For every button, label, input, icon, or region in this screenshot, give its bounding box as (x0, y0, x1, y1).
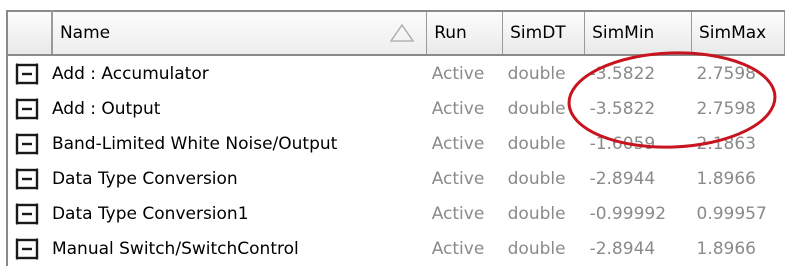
signal-box-icon (15, 238, 39, 259)
simmax-cell: 2.1863 (696, 133, 756, 154)
simmax-cell: 1.8966 (696, 168, 756, 189)
column-header-label: SimDT (510, 23, 566, 43)
run-cell: Active (431, 63, 485, 84)
simdt-cell: double (507, 98, 566, 119)
simdt-cell: double (507, 133, 566, 154)
signal-name-cell: Band-Limited White Noise/Output (51, 133, 338, 154)
signal-log-table-panel: Name Run SimDT SimMin SimMax Add: Accum… (0, 0, 785, 271)
simmin-cell: -0.99992 (589, 203, 667, 224)
row-icon-cell (6, 196, 52, 231)
signal-name-cell: Add : Output (51, 98, 161, 119)
column-header-name[interactable]: Name (51, 10, 428, 56)
row-icon-cell (6, 231, 52, 266)
simdt-cell: double (507, 63, 566, 84)
signal-box-icon (15, 133, 39, 154)
row-icon-cell (6, 55, 52, 91)
simdt-cell: double (507, 203, 566, 224)
simdt-cell: double (507, 238, 566, 259)
table-row[interactable]: Data Type Conversion Active double -2.89… (6, 161, 785, 196)
signal-name-cell: Add : Accumulator (51, 63, 209, 84)
simmax-cell: 2.7598 (696, 98, 756, 119)
column-header-label: SimMax (699, 23, 767, 43)
table-body: Add : Accumulator Active double -3.5822 … (6, 55, 785, 266)
header-corner-cell (6, 10, 53, 56)
run-cell: Active (431, 203, 485, 224)
row-icon-cell (6, 161, 52, 196)
signal-box-icon (15, 168, 39, 189)
signal-box-icon (15, 98, 39, 119)
column-header-label: SimMin (592, 23, 655, 43)
row-icon-cell (6, 126, 52, 161)
column-header-run[interactable]: Run (426, 10, 504, 56)
simdt-cell: double (507, 168, 566, 189)
run-cell: Active (431, 98, 485, 119)
column-header-label: Name (59, 23, 111, 43)
simmin-cell: -3.5822 (589, 63, 656, 84)
signal-name-cell: Data Type Conversion (51, 168, 238, 189)
column-header-label: Run (434, 23, 467, 43)
table-row[interactable]: Add : Output Active double -3.5822 2.759… (6, 91, 785, 126)
simmin-cell: -2.8944 (589, 238, 656, 259)
column-header-simmax[interactable]: SimMax (691, 10, 785, 56)
signal-log-table: Name Run SimDT SimMin SimMax Add: Accum… (6, 10, 785, 266)
table-row[interactable]: Data Type Conversion1 Active double -0.9… (6, 196, 785, 231)
simmin-cell: -1.6059 (589, 133, 656, 154)
run-cell: Active (431, 238, 485, 259)
sort-ascending-icon (390, 24, 415, 42)
table-row[interactable]: Manual Switch/SwitchControl Active doubl… (6, 231, 785, 266)
table-row[interactable]: Add : Accumulator Active double -3.5822 … (6, 55, 785, 91)
table-row[interactable]: Band-Limited White Noise/Output Active d… (6, 126, 785, 161)
signal-box-icon (15, 63, 39, 84)
simmax-cell: 0.99957 (696, 203, 767, 224)
signal-name-cell: Manual Switch/SwitchControl (51, 238, 299, 259)
run-cell: Active (431, 168, 485, 189)
simmax-cell: 2.7598 (696, 63, 756, 84)
signal-box-icon (15, 203, 39, 224)
column-header-simmin[interactable]: SimMin (584, 10, 692, 56)
simmin-cell: -2.8944 (589, 168, 656, 189)
run-cell: Active (431, 133, 485, 154)
row-icon-cell (6, 91, 52, 126)
table-header-row: Name Run SimDT SimMin SimMax (6, 10, 785, 56)
signal-name-cell: Data Type Conversion1 (51, 203, 249, 224)
column-header-simdt[interactable]: SimDT (502, 10, 586, 56)
simmax-cell: 1.8966 (696, 238, 756, 259)
simmin-cell: -3.5822 (589, 98, 656, 119)
